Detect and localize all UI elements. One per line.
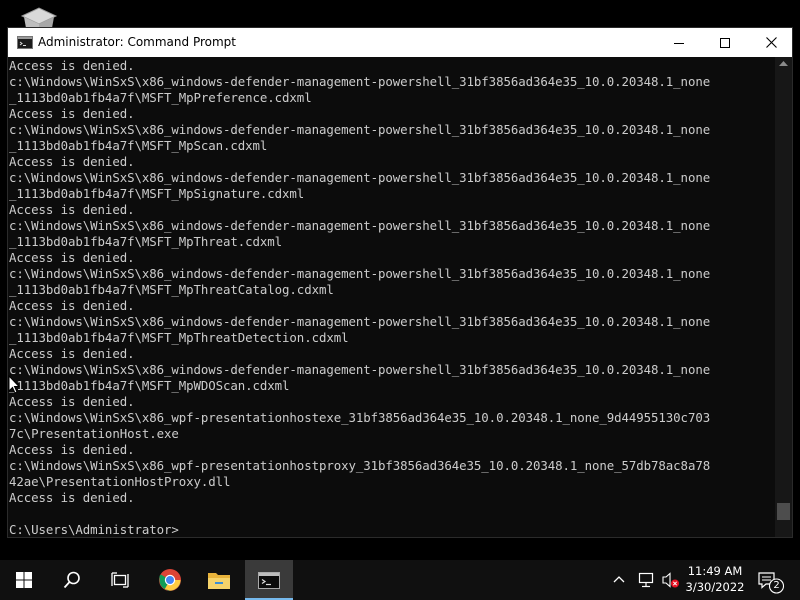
console-line: C:\Users\Administrator> (9, 522, 179, 537)
console-line: c:\Windows\WinSxS\x86_windows-defender-m… (9, 218, 711, 233)
console-line: Access is denied. (9, 106, 135, 121)
command-prompt-window[interactable]: Administrator: Command Prompt Access is … (7, 27, 793, 538)
console-line: Access is denied. (9, 346, 135, 361)
chrome-icon (159, 569, 181, 591)
console-line: _1113bd0ab1fb4a7f\MSFT_MpThreatCatalog.c… (9, 282, 334, 297)
console-line: c:\Windows\WinSxS\x86_windows-defender-m… (9, 362, 711, 377)
search-button[interactable] (48, 560, 96, 600)
chrome-taskbar-button[interactable] (146, 560, 194, 600)
file-explorer-taskbar-button[interactable] (195, 560, 243, 600)
console-line: c:\Windows\WinSxS\x86_windows-defender-m… (9, 170, 711, 185)
console-line: c:\Windows\WinSxS\x86_windows-defender-m… (9, 314, 711, 329)
console-output[interactable]: Access is denied. c:\Windows\WinSxS\x86_w… (8, 57, 775, 537)
maximize-button[interactable] (702, 28, 748, 57)
console-line: Access is denied. (9, 250, 135, 265)
console-line: 7c\PresentationHost.exe (9, 426, 179, 441)
start-icon (16, 572, 32, 588)
console-line: _1113bd0ab1fb4a7f\MSFT_MpThreat.cdxml (9, 234, 283, 249)
console-line: 42ae\PresentationHostProxy.dll (9, 474, 231, 489)
console-line: Access is denied. (9, 298, 135, 313)
show-hidden-icons-chevron-icon[interactable] (612, 571, 626, 587)
recycle-bin-icon[interactable] (20, 6, 58, 28)
mouse-cursor-icon (8, 375, 20, 394)
command-prompt-taskbar-button[interactable] (245, 560, 293, 600)
file-explorer-icon (208, 573, 230, 589)
console-line: _1113bd0ab1fb4a7f\MSFT_MpScan.cdxml (9, 138, 268, 153)
close-button[interactable] (748, 28, 794, 57)
console-line: c:\Windows\WinSxS\x86_wpf-presentationho… (9, 410, 711, 425)
console-line: c:\Windows\WinSxS\x86_wpf-presentationho… (9, 458, 711, 473)
system-clock[interactable]: 11:49 AM 3/30/2022 (680, 563, 750, 595)
minimize-button[interactable] (656, 28, 702, 57)
console-line: _1113bd0ab1fb4a7f\MSFT_MpThreatDetection… (9, 330, 349, 345)
scrollbar-thumb[interactable] (777, 503, 790, 520)
start-button[interactable] (0, 560, 48, 600)
search-icon (63, 571, 80, 589)
console-line: _1113bd0ab1fb4a7f\MSFT_MpSignature.cdxml (9, 186, 305, 201)
console-line: Access is denied. (9, 394, 135, 409)
maximize-icon (720, 37, 730, 48)
volume-muted-icon[interactable] (662, 571, 680, 589)
action-center-button[interactable]: 2 (757, 570, 787, 594)
console-line: _1113bd0ab1fb4a7f\MSFT_MpPreference.cdxm… (9, 90, 312, 105)
notification-count-badge: 2 (773, 579, 780, 591)
task-view-icon (111, 572, 129, 588)
console-line: _1113bd0ab1fb4a7f\MSFT_MpWDOScan.cdxml (9, 378, 290, 393)
console-line: Access is denied. (9, 490, 135, 505)
console-line: c:\Windows\WinSxS\x86_windows-defender-m… (9, 266, 711, 281)
minimize-icon (674, 42, 684, 44)
command-prompt-icon (258, 571, 280, 589)
console-line: Access is denied. (9, 202, 135, 217)
console-line: Access is denied. (9, 58, 135, 73)
title-bar[interactable]: Administrator: Command Prompt (8, 28, 792, 57)
scroll-up-arrow-icon[interactable] (779, 60, 788, 66)
console-text: Access is denied. c:\Windows\WinSxS\x86_w… (8, 57, 775, 537)
window-title: Administrator: Command Prompt (38, 35, 236, 49)
close-icon (765, 37, 777, 48)
vertical-scrollbar[interactable] (775, 57, 792, 537)
clock-time: 11:49 AM (687, 564, 743, 578)
console-line: Access is denied. (9, 442, 135, 457)
task-view-button[interactable] (96, 560, 144, 600)
command-prompt-icon (17, 36, 33, 49)
network-icon[interactable] (638, 571, 658, 589)
console-line: Access is denied. (9, 154, 135, 169)
console-line: c:\Windows\WinSxS\x86_windows-defender-m… (9, 122, 711, 137)
clock-date: 3/30/2022 (685, 580, 745, 594)
console-line: c:\Windows\WinSxS\x86_windows-defender-m… (9, 74, 711, 89)
